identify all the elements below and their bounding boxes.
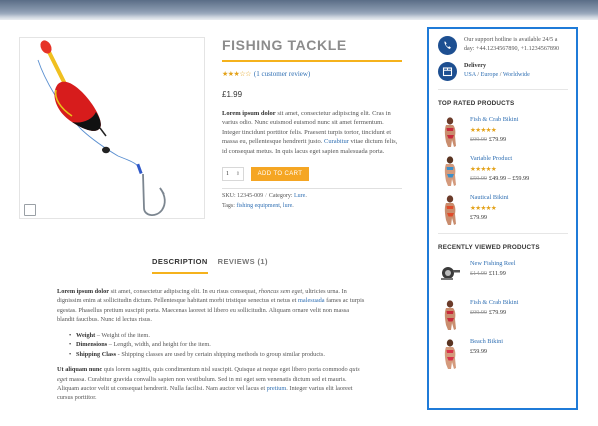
product-link[interactable]: Variable Product — [470, 155, 529, 163]
product-link[interactable]: Nautical Bikini — [470, 194, 509, 202]
delivery-link-europe[interactable]: Europe — [481, 72, 499, 78]
product-price: £59.99 — [470, 348, 488, 356]
product-link[interactable]: Fish & Crab Bikini — [470, 299, 518, 307]
star-rating-icon: ★★★★★ — [470, 127, 497, 135]
expand-icon[interactable] — [24, 204, 36, 216]
star-rating-icon: ★★★★★ — [470, 205, 497, 213]
product-image[interactable] — [19, 37, 205, 219]
product-link[interactable]: New Fishing Reel — [470, 260, 515, 268]
tab-reviews[interactable]: REVIEWS (1) — [218, 257, 268, 274]
product-price: £1.99 — [222, 90, 243, 99]
list-item[interactable]: Beach Bikini £59.99 — [438, 338, 568, 377]
product-link[interactable]: Fish & Crab Bikini — [470, 116, 518, 124]
product-thumbnail[interactable] — [438, 338, 462, 370]
product-summary: FISHING TACKLE ★★★☆☆ (1 customer review)… — [222, 37, 402, 212]
product-thumbnail[interactable] — [438, 260, 462, 292]
add-to-cart-form: 1 ⇕ ADD TO CART — [222, 167, 402, 182]
header-fade — [0, 14, 598, 24]
list-item: Shipping Class - Shipping classes are us… — [69, 350, 365, 360]
product-thumbnail[interactable] — [438, 155, 462, 187]
customer-review-link[interactable]: (1 customer review) — [254, 70, 310, 78]
list-item[interactable]: New Fishing Reel £14.99 £11.99 — [438, 260, 568, 299]
star-rating-icon: ★★★☆☆ — [222, 70, 251, 78]
list-item: Weight – Weight of the item. — [69, 331, 365, 341]
list-item: Dimensions – Length, width, and height f… — [69, 340, 365, 350]
short-description: Lorem ipsum dolor sit amet, consectetur … — [222, 110, 398, 155]
product-price: £14.99 £11.99 — [470, 270, 506, 278]
product-price: £59.99 £49.99 – £59.99 — [470, 175, 530, 183]
product-thumbnail[interactable] — [438, 194, 462, 226]
description-paragraph: Lorem ipsum dolor sit amet, consectetur … — [57, 288, 365, 324]
top-rated-heading: TOP RATED PRODUCTS — [438, 100, 515, 107]
product-tabs: DESCRIPTION REVIEWS (1) — [152, 257, 268, 274]
cart-divider — [222, 188, 402, 190]
list-item[interactable]: Fish & Crab Bikini ★★★★★ £99.99 £79.99 — [438, 116, 568, 155]
tag-link-fishing-equipment[interactable]: fishing equipment — [236, 203, 280, 209]
product-price: £79.99 — [470, 214, 488, 222]
box-icon — [438, 62, 457, 81]
pretium-link[interactable]: pretium — [267, 385, 287, 392]
title-divider — [222, 60, 402, 62]
support-info: Our support hotline is available 24/5 a … — [438, 36, 568, 55]
attributes-list: Weight – Weight of the item. Dimensions … — [69, 331, 365, 360]
product-thumbnail[interactable] — [438, 299, 462, 331]
sku-value: 12345-009 — [237, 193, 264, 200]
product-title: FISHING TACKLE — [222, 37, 347, 53]
product-thumbnail[interactable] — [438, 116, 462, 148]
malesuada-link[interactable]: malesuada — [298, 297, 325, 304]
support-text: Our support hotline is available 24/5 a … — [464, 37, 560, 53]
recently-viewed-heading: RECENTLY VIEWED PRODUCTS — [438, 244, 540, 251]
delivery-link-worldwide[interactable]: Worldwide — [503, 72, 530, 78]
description-panel: Lorem ipsum dolor sit amet, consectetur … — [57, 287, 365, 409]
product-price: £99.99 £79.99 — [470, 136, 507, 144]
fishing-float-image — [37, 40, 166, 216]
tab-description[interactable]: DESCRIPTION — [152, 257, 208, 274]
curabitur-link[interactable]: Curabitur — [324, 138, 349, 145]
product-link[interactable]: Beach Bikini — [470, 338, 503, 346]
sidebar: Our support hotline is available 24/5 a … — [427, 27, 578, 410]
list-item[interactable]: Variable Product ★★★★★ £59.99 £49.99 – £5… — [438, 155, 568, 194]
add-to-cart-button[interactable]: ADD TO CART — [251, 167, 309, 182]
spin-arrows-icon[interactable]: ⇕ — [236, 171, 240, 177]
product-meta: SKU: 12345-009/Category: Lure. Tags: fis… — [222, 193, 307, 210]
product-price: £99.99 £79.99 — [470, 309, 507, 317]
list-item[interactable]: Nautical Bikini ★★★★★ £79.99 — [438, 194, 568, 233]
phone-icon — [438, 36, 457, 55]
product-rating: ★★★☆☆ (1 customer review) — [222, 70, 402, 78]
delivery-title: Delivery — [464, 63, 486, 69]
star-rating-icon: ★★★★★ — [470, 166, 497, 174]
list-item[interactable]: Fish & Crab Bikini £99.99 £79.99 — [438, 299, 568, 338]
quantity-stepper[interactable]: 1 ⇕ — [222, 167, 244, 182]
description-paragraph: Ut aliquam nunc quis lorem sagittis, qui… — [57, 366, 360, 402]
delivery-info: Delivery USA / Europe / Worldwide — [438, 62, 568, 81]
tag-link-lure[interactable]: lure — [283, 203, 292, 209]
category-link[interactable]: Lure — [294, 193, 305, 199]
delivery-link-usa[interactable]: USA — [464, 72, 476, 78]
